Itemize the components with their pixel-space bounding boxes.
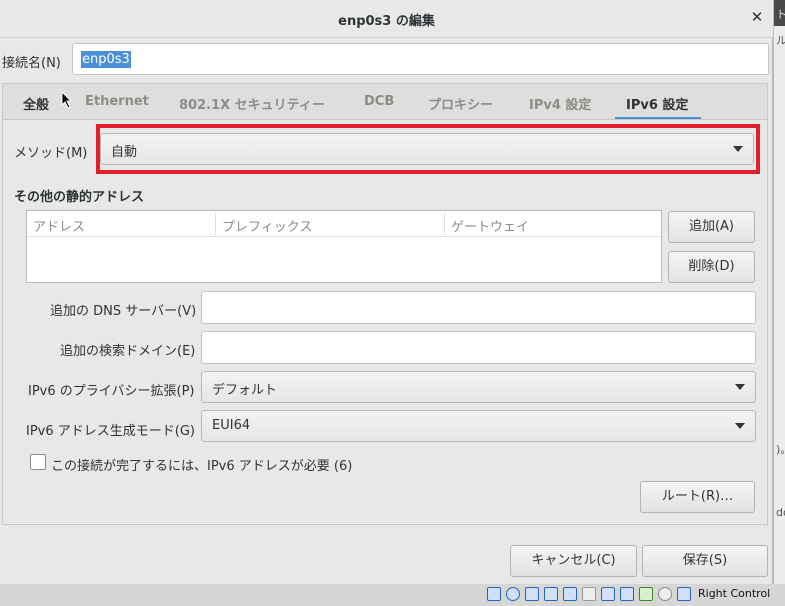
host-key-label: Right Control	[698, 587, 771, 600]
chevron-down-icon	[735, 423, 745, 429]
search-domains-label: 追加の検索ドメイン(E)	[60, 344, 196, 359]
hard-disk-icon[interactable]	[487, 587, 501, 601]
cancel-button[interactable]: キャンセル(C)	[510, 545, 637, 577]
edit-connection-dialog: enp0s3 の編集 ✕ 接続名(N) enp0s3 全般 Ethernet 8…	[0, 0, 773, 584]
addresses-table-header: アドレス プレフィックス ゲートウェイ	[27, 211, 661, 237]
video-capture-icon[interactable]	[620, 587, 634, 601]
tab-ethernet[interactable]: Ethernet	[85, 94, 149, 109]
connection-name-input[interactable]: enp0s3	[72, 43, 769, 75]
cpu-icon[interactable]	[639, 587, 653, 601]
privacy-extensions-dropdown[interactable]: デフォルト	[201, 371, 756, 403]
tab-ipv4-settings[interactable]: IPv4 設定	[529, 94, 591, 113]
usb-icon[interactable]	[563, 587, 577, 601]
background-window: ト ル )。 do	[773, 0, 785, 606]
network-icon[interactable]	[544, 587, 558, 601]
tab-dcb[interactable]: DCB	[364, 94, 394, 109]
background-window-text: ル	[776, 34, 785, 47]
optical-drive-icon[interactable]	[506, 587, 520, 601]
address-generation-mode-dropdown[interactable]: EUI64	[201, 410, 756, 442]
column-header-gateway[interactable]: ゲートウェイ	[451, 216, 529, 235]
column-header-prefix[interactable]: プレフィックス	[222, 216, 312, 235]
close-icon[interactable]: ✕	[748, 8, 766, 26]
shared-folders-icon[interactable]	[582, 587, 596, 601]
dialog-title: enp0s3 の編集	[338, 14, 435, 29]
address-generation-mode-value: EUI64	[212, 418, 251, 433]
background-window-text: do	[776, 506, 785, 519]
static-addresses-title: その他の静的アドレス	[14, 190, 145, 205]
column-header-address[interactable]: アドレス	[33, 216, 85, 235]
dns-servers-input[interactable]	[201, 291, 756, 324]
require-ipv6-label[interactable]: この接続が完了するには、IPv6 アドレスが必要 (6)	[51, 455, 352, 474]
display-icon[interactable]	[601, 587, 615, 601]
require-ipv6-checkbox[interactable]	[30, 454, 46, 470]
tab-general[interactable]: 全般	[23, 94, 49, 113]
addresses-table[interactable]: アドレス プレフィックス ゲートウェイ	[26, 210, 662, 283]
background-window-text: )。	[776, 443, 785, 456]
highlight-annotation-box	[96, 124, 760, 174]
connection-name-label: 接続名(N)	[2, 56, 61, 71]
dns-label: 追加の DNS サーバー(V)	[50, 304, 197, 319]
mouse-pointer-icon	[61, 91, 73, 109]
connection-name-value: enp0s3	[81, 51, 131, 68]
background-window-text: ト	[776, 8, 785, 21]
vm-status-bar: Right Control	[0, 584, 785, 606]
tab-8021x-security[interactable]: 802.1X セキュリティー	[179, 94, 325, 113]
add-address-button[interactable]: 追加(A)	[668, 211, 755, 243]
address-generation-mode-label: IPv6 アドレス生成モード(G)	[26, 424, 195, 439]
delete-address-button[interactable]: 削除(D)	[668, 251, 755, 283]
privacy-extensions-value: デフォルト	[212, 383, 278, 398]
tab-bar: 全般 Ethernet 802.1X セキュリティー DCB プロキシー IPv…	[2, 83, 768, 120]
mouse-integration-icon[interactable]	[658, 587, 672, 601]
dialog-titlebar: enp0s3 の編集 ✕	[0, 0, 773, 38]
search-domains-input[interactable]	[201, 331, 756, 364]
audio-icon[interactable]	[525, 587, 539, 601]
privacy-extensions-label: IPv6 のプライバシー拡張(P)	[28, 384, 195, 399]
tab-proxy[interactable]: プロキシー	[428, 94, 493, 113]
save-button[interactable]: 保存(S)	[642, 545, 768, 577]
tab-ipv6-settings[interactable]: IPv6 設定	[626, 94, 688, 113]
routes-button[interactable]: ルート(R)…	[640, 481, 755, 513]
column-divider	[215, 213, 216, 235]
chevron-down-icon	[735, 384, 745, 390]
method-label: メソッド(M)	[14, 146, 88, 161]
column-divider	[444, 213, 445, 235]
keyboard-capture-icon[interactable]	[677, 587, 691, 601]
